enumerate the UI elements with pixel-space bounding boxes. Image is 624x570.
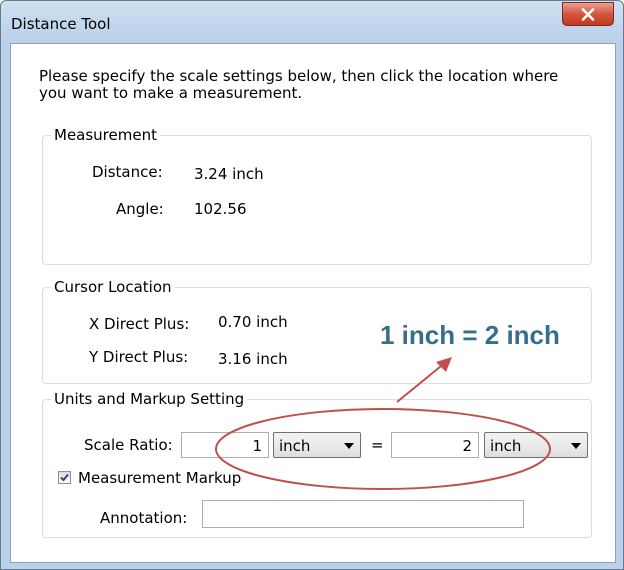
window-title: Distance Tool	[11, 15, 111, 33]
scale-callout-text: 1 inch = 2 inch	[380, 320, 560, 350]
scale-right-input[interactable]: 2	[391, 432, 479, 458]
y-direct-plus-label: Y Direct Plus:	[89, 348, 189, 366]
title-bar[interactable]: Distance Tool	[1, 1, 623, 43]
scale-ratio-label: Scale Ratio:	[84, 436, 173, 454]
distance-label: Distance:	[92, 163, 163, 181]
measurement-legend: Measurement	[54, 126, 157, 144]
equals-sign: =	[371, 436, 384, 454]
y-direct-plus-value: 3.16 inch	[218, 350, 288, 368]
close-icon	[581, 7, 595, 21]
close-button[interactable]	[562, 2, 614, 26]
distance-value: 3.24 inch	[194, 165, 264, 183]
angle-value: 102.56	[194, 200, 247, 218]
scale-left-input[interactable]: 1	[181, 432, 269, 458]
scale-right-unit-value: inch	[490, 437, 522, 455]
annotation-label: Annotation:	[100, 509, 188, 527]
cursor-location-legend: Cursor Location	[54, 278, 172, 296]
scale-right-unit-select[interactable]: inch	[484, 432, 588, 458]
measurement-markup-checkbox[interactable]	[58, 471, 71, 484]
measurement-markup-label[interactable]: Measurement Markup	[78, 469, 241, 487]
annotation-input[interactable]	[202, 500, 524, 528]
units-markup-legend: Units and Markup Setting	[54, 390, 245, 408]
scale-left-unit-value: inch	[279, 437, 311, 455]
angle-label: Angle:	[116, 200, 164, 218]
instructions-text: Please specify the scale settings below,…	[39, 67, 559, 102]
scale-left-unit-select[interactable]: inch	[273, 432, 361, 458]
x-direct-plus-label: X Direct Plus:	[89, 315, 190, 333]
measurement-group: Measurement	[42, 127, 592, 265]
checkmark-icon	[60, 473, 69, 482]
x-direct-plus-value: 0.70 inch	[218, 313, 288, 331]
chevron-down-icon	[344, 443, 354, 449]
chevron-down-icon	[571, 443, 581, 449]
